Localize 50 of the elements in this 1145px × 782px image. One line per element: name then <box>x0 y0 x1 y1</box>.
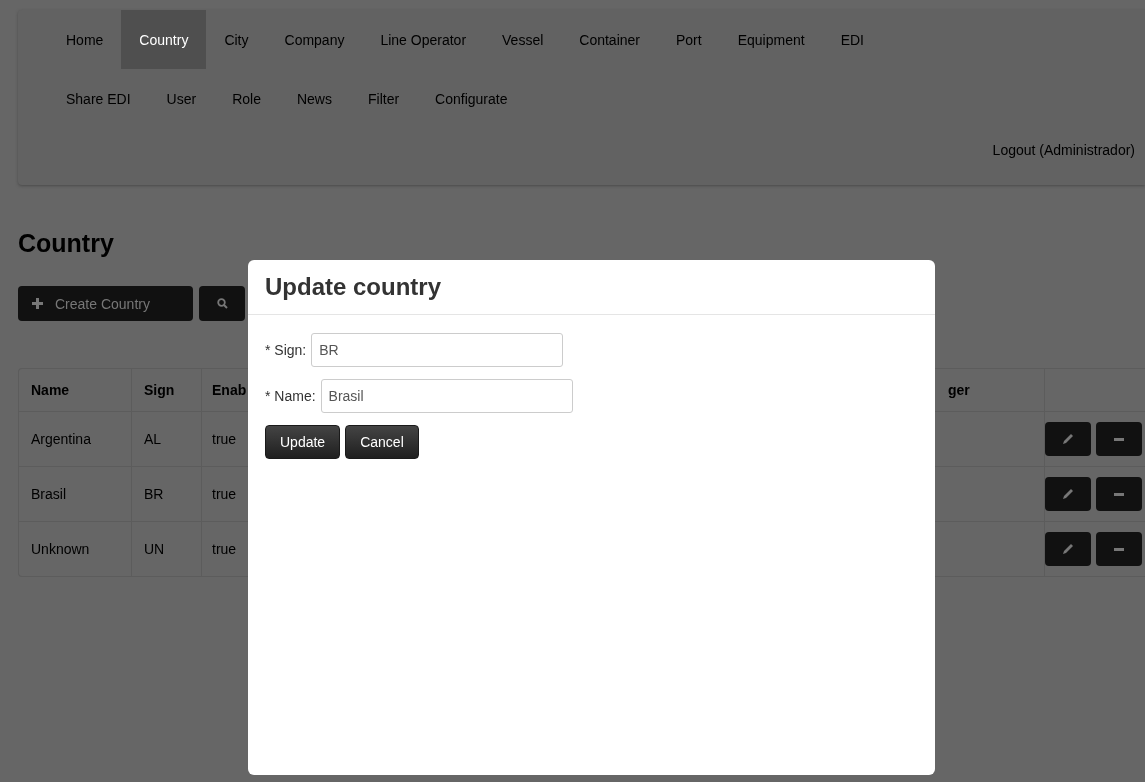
nav-link[interactable]: Home <box>48 10 122 69</box>
field-label: * Sign: <box>265 342 307 358</box>
nav-link[interactable]: Line Operator <box>362 10 485 69</box>
create-country-button[interactable]: Create Country <box>18 286 193 321</box>
column-header: Name <box>30 381 71 400</box>
minus-icon <box>1114 547 1124 551</box>
search-button[interactable] <box>199 286 245 321</box>
nav-link[interactable]: Configurate <box>417 69 526 128</box>
edit-button[interactable] <box>1045 477 1091 511</box>
column-header: Sign <box>131 369 201 411</box>
minus-icon <box>1114 492 1124 496</box>
pencil-icon <box>1062 543 1074 555</box>
nav-link[interactable]: User <box>148 69 215 128</box>
pencil-icon <box>1062 433 1074 445</box>
nav-link[interactable]: Country <box>121 10 207 69</box>
nav-link[interactable]: Role <box>214 69 279 128</box>
nav-link[interactable]: Container <box>561 10 658 69</box>
table-cell: BR <box>131 467 201 521</box>
nav-link[interactable]: EDI <box>822 10 882 69</box>
plus-icon <box>32 298 43 309</box>
pencil-icon <box>1062 488 1074 500</box>
search-icon <box>216 298 228 309</box>
minus-icon <box>1114 437 1124 441</box>
logout-link[interactable]: Logout (Administrador) <box>992 142 1135 158</box>
nav-link[interactable]: Share EDI <box>48 69 149 128</box>
edit-button[interactable] <box>1045 532 1091 566</box>
nav-link[interactable]: Company <box>266 10 363 69</box>
input-field[interactable]: Brasil <box>320 379 573 413</box>
delete-button[interactable] <box>1096 422 1142 456</box>
nav-link[interactable]: Port <box>658 10 720 69</box>
nav-link[interactable]: News <box>278 69 350 128</box>
input-field[interactable]: BR <box>311 333 564 367</box>
delete-button[interactable] <box>1096 477 1142 511</box>
dialog-button[interactable]: Cancel <box>345 425 419 459</box>
table-cell-text: Brasil <box>30 485 67 504</box>
column-header: ger <box>947 381 971 400</box>
table-cell-text: Argentina <box>30 430 92 449</box>
nav-link[interactable]: Equipment <box>719 10 823 69</box>
dialog-button[interactable]: Update <box>265 425 341 459</box>
table-cell: AL <box>131 412 201 466</box>
nav-link[interactable]: City <box>206 10 267 69</box>
dialog-title: Update country <box>265 273 441 301</box>
table-cell: UN <box>131 522 201 576</box>
edit-button[interactable] <box>1045 422 1091 456</box>
table-cell-text: Unknown <box>30 540 91 559</box>
delete-button[interactable] <box>1096 532 1142 566</box>
field-label: * Name: <box>265 388 316 404</box>
page-title: Country <box>18 228 115 258</box>
nav-link[interactable]: Filter <box>349 69 418 128</box>
nav-link[interactable]: Vessel <box>484 10 562 69</box>
